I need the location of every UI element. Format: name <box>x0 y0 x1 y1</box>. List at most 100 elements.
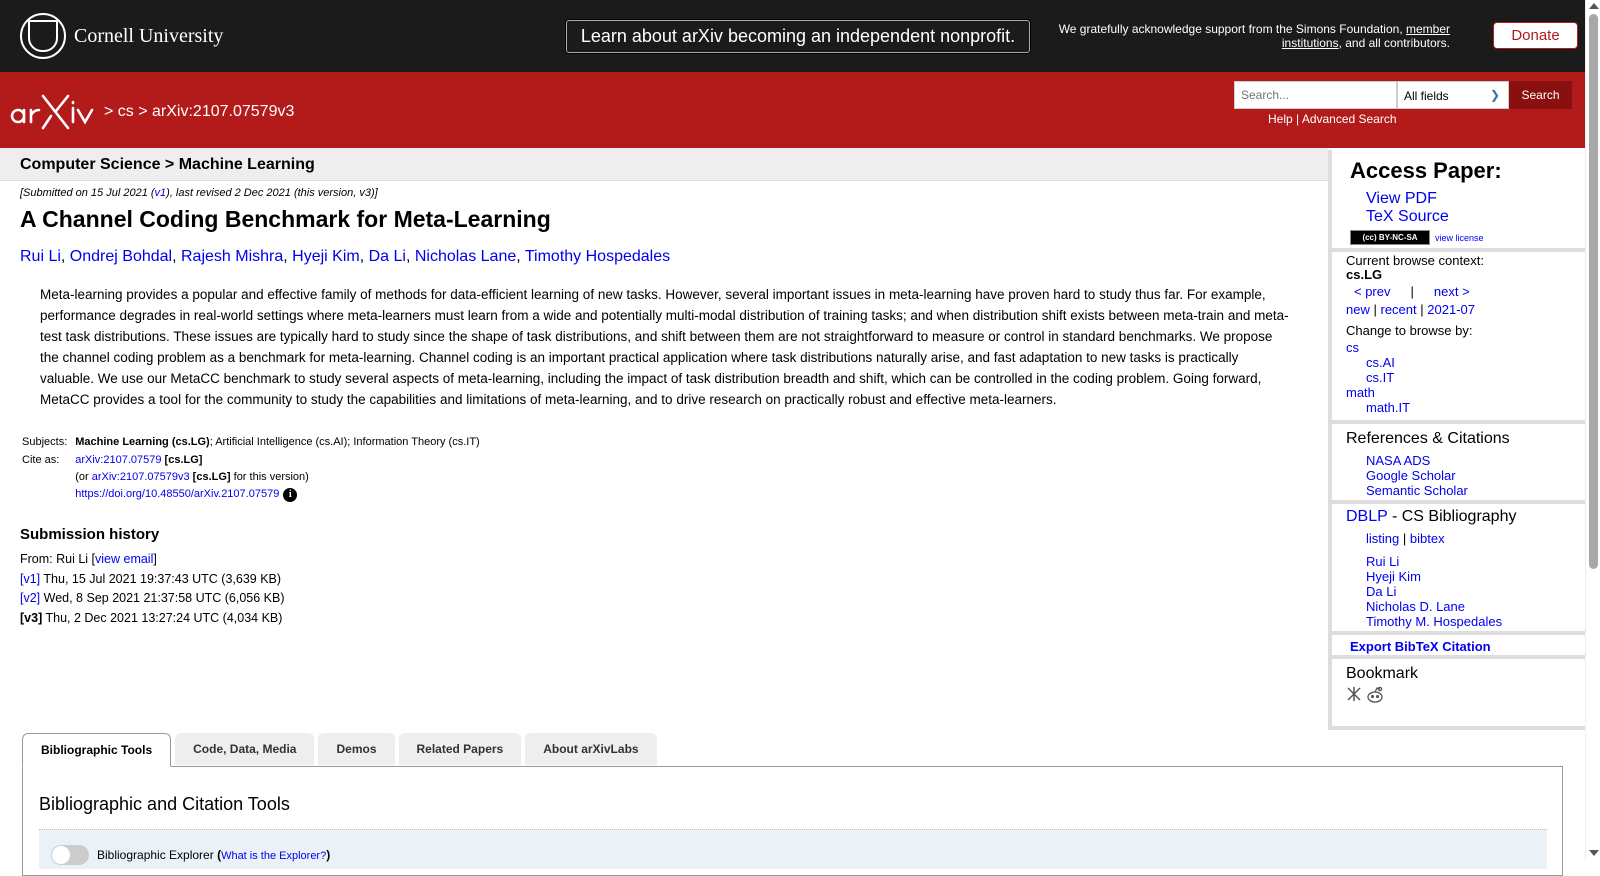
dblp-author-link[interactable]: Timothy M. Hospedales <box>1366 614 1502 629</box>
breadcrumb-paper-id: arXiv:2107.07579v3 <box>152 103 295 120</box>
version-row: [v1] Thu, 15 Jul 2021 19:37:43 UTC (3,63… <box>20 571 282 586</box>
donate-button[interactable]: Donate <box>1493 22 1578 49</box>
browse-prev-next: < prev | next > <box>1354 284 1470 299</box>
institutions-link[interactable]: institutions <box>1282 36 1339 50</box>
dblp-link[interactable]: DBLP <box>1346 508 1388 525</box>
sidebar-divider <box>1332 726 1585 730</box>
scroll-down-arrow-icon[interactable] <box>1589 850 1599 856</box>
view-email-link[interactable]: view email <box>95 552 153 566</box>
sidebar-divider <box>1332 500 1585 504</box>
bookmark-heading: Bookmark <box>1346 665 1419 682</box>
nonprofit-banner-link[interactable]: Learn about arXiv becoming an independen… <box>566 20 1030 53</box>
tab-code-data-media[interactable]: Code, Data, Media <box>175 733 315 765</box>
dblp-listing-link[interactable]: listing <box>1366 531 1399 546</box>
references-heading: References & Citations <box>1346 430 1510 447</box>
recent-link[interactable]: recent <box>1381 302 1417 317</box>
author-link[interactable]: Da Li <box>369 248 406 265</box>
author-separator: , <box>516 248 525 265</box>
explorer-toggle[interactable] <box>51 845 89 865</box>
dblp-links: listing | bibtex <box>1366 531 1445 546</box>
sidebar-divider <box>1332 655 1585 659</box>
search-input[interactable] <box>1234 81 1397 109</box>
dblp-bibtex-link[interactable]: bibtex <box>1410 531 1445 546</box>
author-link[interactable]: Rajesh Mishra <box>181 248 283 265</box>
explorer-label: Bibliographic Explorer (What is the Expl… <box>97 848 331 862</box>
breadcrumb-cs[interactable]: cs <box>118 103 134 120</box>
v1-link[interactable]: v1 <box>155 187 167 199</box>
doi-link[interactable]: https://doi.org/10.48550/arXiv.2107.0757… <box>75 488 279 500</box>
cite-id-link[interactable]: arXiv:2107.07579 <box>75 454 161 466</box>
cornell-logo[interactable]: Cornell University <box>20 13 223 59</box>
author-separator: , <box>405 248 415 265</box>
browse-cat-cs-ai[interactable]: cs.AI <box>1366 355 1395 370</box>
scroll-up-arrow-icon[interactable] <box>1589 3 1599 9</box>
dblp-heading: DBLP - CS Bibliography <box>1346 508 1517 525</box>
author-link[interactable]: Nicholas Lane <box>415 248 516 265</box>
member-link[interactable]: member <box>1406 22 1450 36</box>
paper-metadata: Subjects: Machine Learning (cs.LG); Arti… <box>20 434 482 506</box>
author-link[interactable]: Hyeji Kim <box>292 248 360 265</box>
explorer-row: Bibliographic Explorer (What is the Expl… <box>39 829 1547 869</box>
advanced-search-link[interactable]: Advanced Search <box>1302 112 1397 126</box>
page-scrollbar[interactable] <box>1585 0 1600 861</box>
new-link[interactable]: new <box>1346 302 1370 317</box>
scroll-thumb[interactable] <box>1589 14 1598 569</box>
cite-value: arXiv:2107.07579 [cs.LG] (or arXiv:2107.… <box>75 454 309 502</box>
browse-cat-math[interactable]: math <box>1346 385 1375 400</box>
help-link[interactable]: Help <box>1268 112 1293 126</box>
version-current-v3: [v3] <box>20 610 43 625</box>
bibsonomy-icon[interactable] <box>1347 687 1361 701</box>
tab-bibliographic-tools[interactable]: Bibliographic Tools <box>22 733 172 767</box>
author-separator: , <box>283 248 293 265</box>
dblp-author-link[interactable]: Nicholas D. Lane <box>1366 599 1465 614</box>
cite-version-link[interactable]: arXiv:2107.07579v3 <box>92 471 190 483</box>
version-row: [v3] Thu, 2 Dec 2021 13:27:24 UTC (4,034… <box>20 610 283 625</box>
view-license-link[interactable]: view license <box>1435 233 1484 243</box>
search-button[interactable]: Search <box>1509 81 1572 109</box>
nasa-ads-link[interactable]: NASA ADS <box>1366 453 1430 468</box>
cc-license-badge[interactable]: (cc) BY-NC-SA <box>1350 230 1430 245</box>
tab-demos[interactable]: Demos <box>318 733 395 765</box>
submitter-line: From: Rui Li [view email] <box>20 552 157 566</box>
tex-source-link[interactable]: TeX Source <box>1366 208 1449 226</box>
prev-link[interactable]: < prev <box>1354 284 1391 299</box>
dblp-author-link[interactable]: Hyeji Kim <box>1366 569 1421 584</box>
author-separator: , <box>172 248 181 265</box>
info-icon[interactable]: i <box>283 488 298 502</box>
sidebar-divider <box>1332 248 1585 252</box>
browse-cat-math-it[interactable]: math.IT <box>1366 400 1410 415</box>
arxiv-header: > cs > arXiv:2107.07579v3 All fields❯ Se… <box>0 72 1585 148</box>
next-link[interactable]: next > <box>1434 284 1470 299</box>
author-link[interactable]: Ondrej Bohdal <box>70 248 172 265</box>
semantic-scholar-link[interactable]: Semantic Scholar <box>1366 483 1468 498</box>
breadcrumb: > cs > arXiv:2107.07579v3 <box>104 103 295 120</box>
tab-related-papers[interactable]: Related Papers <box>398 733 522 765</box>
top-bar: Cornell University Learn about arXiv bec… <box>0 0 1585 72</box>
author-link[interactable]: Rui Li <box>20 248 61 265</box>
license-row: (cc) BY-NC-SA view license <box>1350 230 1484 245</box>
version-link-v2[interactable]: [v2] <box>20 591 40 605</box>
browse-context-value: cs.LG <box>1346 267 1383 282</box>
cornell-seal-icon <box>20 13 66 59</box>
search-help-links: Help | Advanced Search <box>1268 112 1397 126</box>
month-link[interactable]: 2021-07 <box>1427 302 1475 317</box>
search-field-select[interactable]: All fields ❯ <box>1397 81 1509 109</box>
dblp-author-link[interactable]: Da Li <box>1366 584 1396 599</box>
dblp-author-link[interactable]: Rui Li <box>1366 554 1399 569</box>
access-paper-heading: Access Paper: <box>1350 158 1502 183</box>
reddit-icon[interactable] <box>1367 686 1383 703</box>
arxiv-logo[interactable] <box>10 92 100 132</box>
sidebar-divider <box>1332 420 1585 424</box>
abstract: Meta-learning provides a popular and eff… <box>40 287 1289 407</box>
tab-about-arxivlabs[interactable]: About arXivLabs <box>525 733 657 765</box>
author-link[interactable]: Timothy Hospedales <box>525 248 670 265</box>
what-is-explorer-link[interactable]: What is the Explorer? <box>221 850 326 862</box>
view-pdf-link[interactable]: View PDF <box>1366 190 1437 208</box>
submission-dateline: [Submitted on 15 Jul 2021 (v1), last rev… <box>20 187 378 199</box>
version-link-v1[interactable]: [v1] <box>20 572 40 586</box>
browse-cat-cs[interactable]: cs <box>1346 340 1359 355</box>
browse-cat-cs-it[interactable]: cs.IT <box>1366 370 1394 385</box>
export-bibtex-link[interactable]: Export BibTeX Citation <box>1350 639 1491 654</box>
google-scholar-link[interactable]: Google Scholar <box>1366 468 1456 483</box>
sidebar-divider <box>1332 631 1585 635</box>
